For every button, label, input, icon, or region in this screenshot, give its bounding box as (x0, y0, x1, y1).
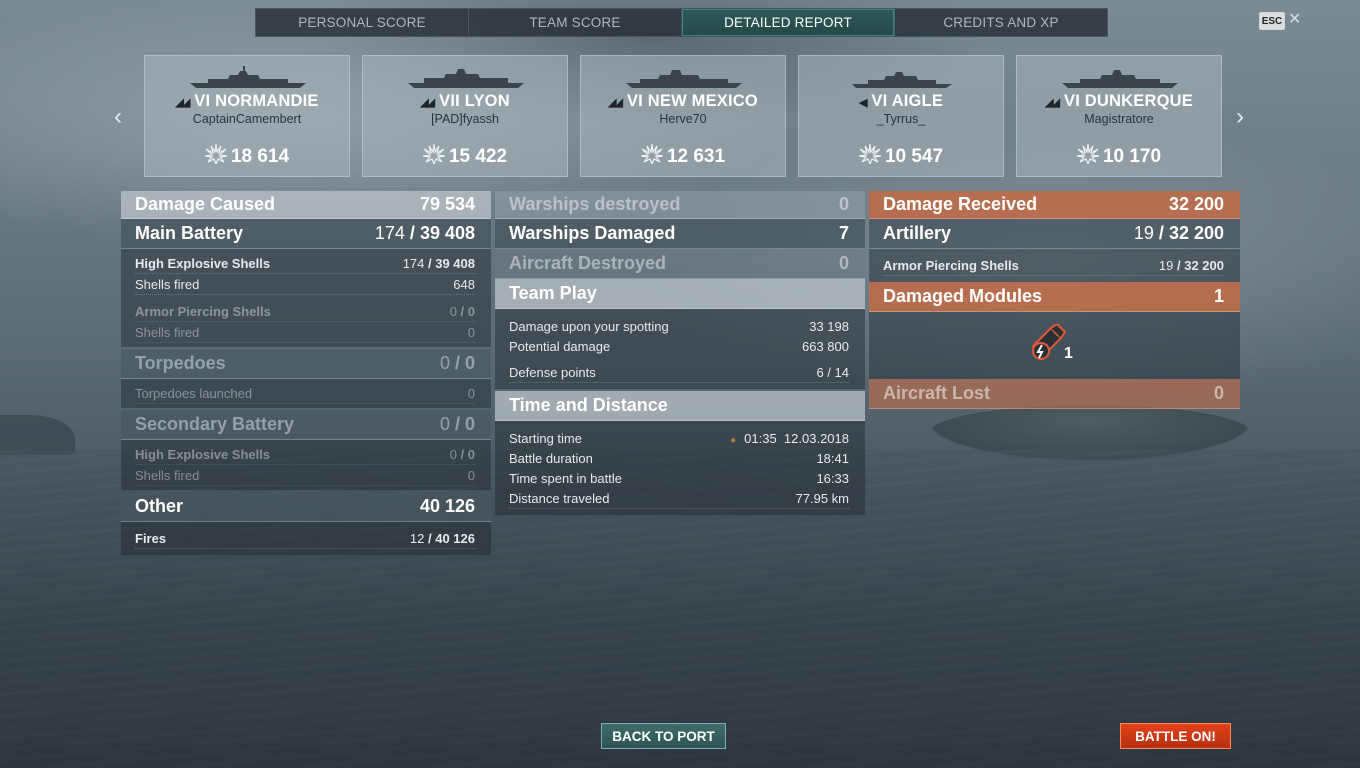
player-name: [PAD]fyassh (431, 112, 499, 126)
damage-caused-title: Damage Caused (135, 194, 276, 214)
spotting-damage-row: Damage upon your spotting 33 198 (509, 318, 849, 334)
potential-damage-row: Potential damage 663 800 (509, 338, 849, 354)
ship-card[interactable]: ◢◢ VI NORMANDIE CaptainCamembert 18 614 (144, 55, 350, 177)
battleship-class-icon: ◢◢ (175, 97, 190, 109)
time-distance-header: Time and Distance (495, 391, 865, 421)
received-ap-row: Armor Piercing Shells 19 / 32 200 (883, 255, 1224, 276)
esc-key-hint: ESC (1259, 12, 1285, 30)
tab-credits-and-xp[interactable]: CREDITS AND XP (895, 9, 1107, 36)
battleship-class-icon: ◢◢ (608, 97, 623, 109)
sun-icon: ● (730, 434, 737, 446)
warships-destroyed-row: Warships destroyed 0 (495, 191, 865, 219)
ship-card[interactable]: ◢◢ VI DUNKERQUE Magistratore 10 170 (1016, 55, 1222, 177)
ship-score: 18 614 (145, 144, 349, 168)
ship-name: ◀ VI AIGLE (858, 92, 944, 110)
damaged-module-count: 1 (1064, 345, 1073, 362)
chevron-left-icon[interactable]: ‹ (114, 103, 122, 131)
damage-received-panel: Damage Received 32 200 Artillery 19 / 32 … (869, 191, 1240, 409)
secondary-battery-header: Secondary Battery 0 / 0 (121, 410, 491, 440)
ship-silhouette-icon (1062, 70, 1178, 88)
damaged-torpedo-module-icon[interactable] (1027, 324, 1069, 364)
ship-score: 15 422 (363, 144, 567, 168)
torpedoes-header: Torpedoes 0 / 0 (121, 349, 491, 379)
damaged-modules-header: Damaged Modules 1 (869, 282, 1240, 312)
background-headland (0, 415, 75, 455)
top-ships-carousel: ◢◢ VI NORMANDIE CaptainCamembert 18 614 ◢… (144, 55, 1222, 179)
time-distance-details: Starting time ● 01:35 12.03.2018 Battle d… (495, 421, 865, 515)
secondary-battery-details: High Explosive Shells 0 / 0 Shells fired… (121, 440, 491, 490)
ship-score: 10 547 (799, 144, 1003, 168)
tab-personal-score[interactable]: PERSONAL SCORE (256, 9, 469, 36)
ship-silhouette-icon (852, 72, 952, 88)
other-details: Fires 12 / 40 126 (121, 522, 491, 555)
close-icon[interactable]: ✕ (1288, 9, 1301, 29)
battle-summary-panel: Warships destroyed 0 Warships Damaged 7 Ai… (495, 191, 865, 515)
ship-name: ◢◢ VII LYON (420, 92, 510, 110)
ship-name: ◢◢ VI DUNKERQUE (1045, 92, 1193, 110)
secondary-shells-fired-row: Shells fired 0 (135, 465, 475, 486)
ship-score: 10 170 (1017, 144, 1221, 168)
warships-damaged-row: Warships Damaged 7 (495, 219, 865, 249)
damage-caused-value: 79 534 (419, 194, 475, 214)
battle-duration-row: Battle duration 18:41 (509, 450, 849, 466)
starting-time-row: Starting time ● 01:35 12.03.2018 (509, 430, 849, 446)
back-to-port-button[interactable]: BACK TO PORT (601, 723, 726, 749)
torpedoes-details: Torpedoes launched 0 (121, 379, 491, 408)
player-name: CaptainCamembert (192, 112, 302, 126)
fires-row: Fires 12 / 40 126 (135, 528, 475, 549)
ship-card[interactable]: ◢◢ VI NEW MEXICO Herve70 12 631 (580, 55, 786, 177)
explosion-icon (858, 144, 881, 164)
aircraft-destroyed-row: Aircraft Destroyed 0 (495, 249, 865, 279)
explosion-icon (640, 144, 663, 164)
he-shells-fired-row: Shells fired 648 (135, 274, 475, 295)
secondary-he-row: High Explosive Shells 0 / 0 (135, 444, 475, 465)
he-shells-row: High Explosive Shells 174 / 39 408 (135, 253, 475, 274)
explosion-icon (1076, 144, 1099, 164)
distance-traveled-row: Distance traveled 77.95 km (509, 488, 849, 509)
team-play-header: Team Play (495, 279, 865, 309)
main-battery-title: Main Battery (135, 223, 244, 243)
damage-caused-header: Damage Caused 79 534 (121, 191, 491, 219)
tab-detailed-report[interactable]: DETAILED REPORT (682, 9, 895, 36)
ap-shells-row: Armor Piercing Shells 0 / 0 (135, 301, 475, 322)
ap-shells-fired-row: Shells fired 0 (135, 322, 475, 343)
ship-name: ◢◢ VI NORMANDIE (175, 92, 319, 110)
ship-silhouette-icon (190, 66, 306, 88)
ship-card[interactable]: ◀ VI AIGLE _Tyrrus_ 10 547 (798, 55, 1004, 177)
damage-caused-panel: Damage Caused 79 534 Main Battery 174 / … (121, 191, 491, 555)
player-name: Magistratore (1084, 112, 1154, 126)
aircraft-lost-header: Aircraft Lost 0 (869, 379, 1240, 409)
main-battery-details: High Explosive Shells 174 / 39 408 Shell… (121, 249, 491, 347)
ship-card[interactable]: ◢◢ VII LYON [PAD]fyassh 15 422 (362, 55, 568, 177)
artillery-details: Armor Piercing Shells 19 / 32 200 (869, 249, 1240, 282)
player-name: _Tyrrus_ (876, 112, 926, 126)
explosion-icon (204, 144, 227, 164)
ship-name: ◢◢ VI NEW MEXICO (608, 92, 758, 110)
player-name: Herve70 (659, 112, 707, 126)
artillery-header: Artillery 19 / 32 200 (869, 219, 1240, 249)
chevron-right-icon[interactable]: › (1236, 103, 1244, 131)
torpedoes-launched-row: Torpedoes launched 0 (135, 383, 475, 404)
tab-team-score[interactable]: TEAM SCORE (469, 9, 682, 36)
damaged-modules-details: 1 (869, 312, 1240, 379)
report-tabs: PERSONAL SCORE TEAM SCORE DETAILED REPOR… (255, 8, 1108, 37)
ship-silhouette-icon (408, 69, 524, 88)
time-spent-row: Time spent in battle 16:33 (509, 470, 849, 486)
team-play-details: Damage upon your spotting 33 198 Potentia… (495, 309, 865, 389)
other-header: Other 40 126 (121, 492, 491, 522)
ship-score: 12 631 (581, 144, 785, 168)
defense-points-row: Defense points 6 / 14 (509, 362, 849, 383)
main-battery-header: Main Battery 174 / 39 408 (121, 219, 491, 249)
battleship-class-icon: ◢◢ (1045, 97, 1060, 109)
explosion-icon (422, 144, 445, 164)
ship-silhouette-icon (626, 70, 742, 88)
battle-on-button[interactable]: BATTLE ON! (1120, 723, 1231, 749)
battleship-class-icon: ◢◢ (420, 97, 435, 109)
damage-received-header: Damage Received 32 200 (869, 191, 1240, 219)
destroyer-class-icon: ◀ (858, 97, 868, 109)
main-battery-value: 174 / 39 408 (374, 223, 475, 243)
